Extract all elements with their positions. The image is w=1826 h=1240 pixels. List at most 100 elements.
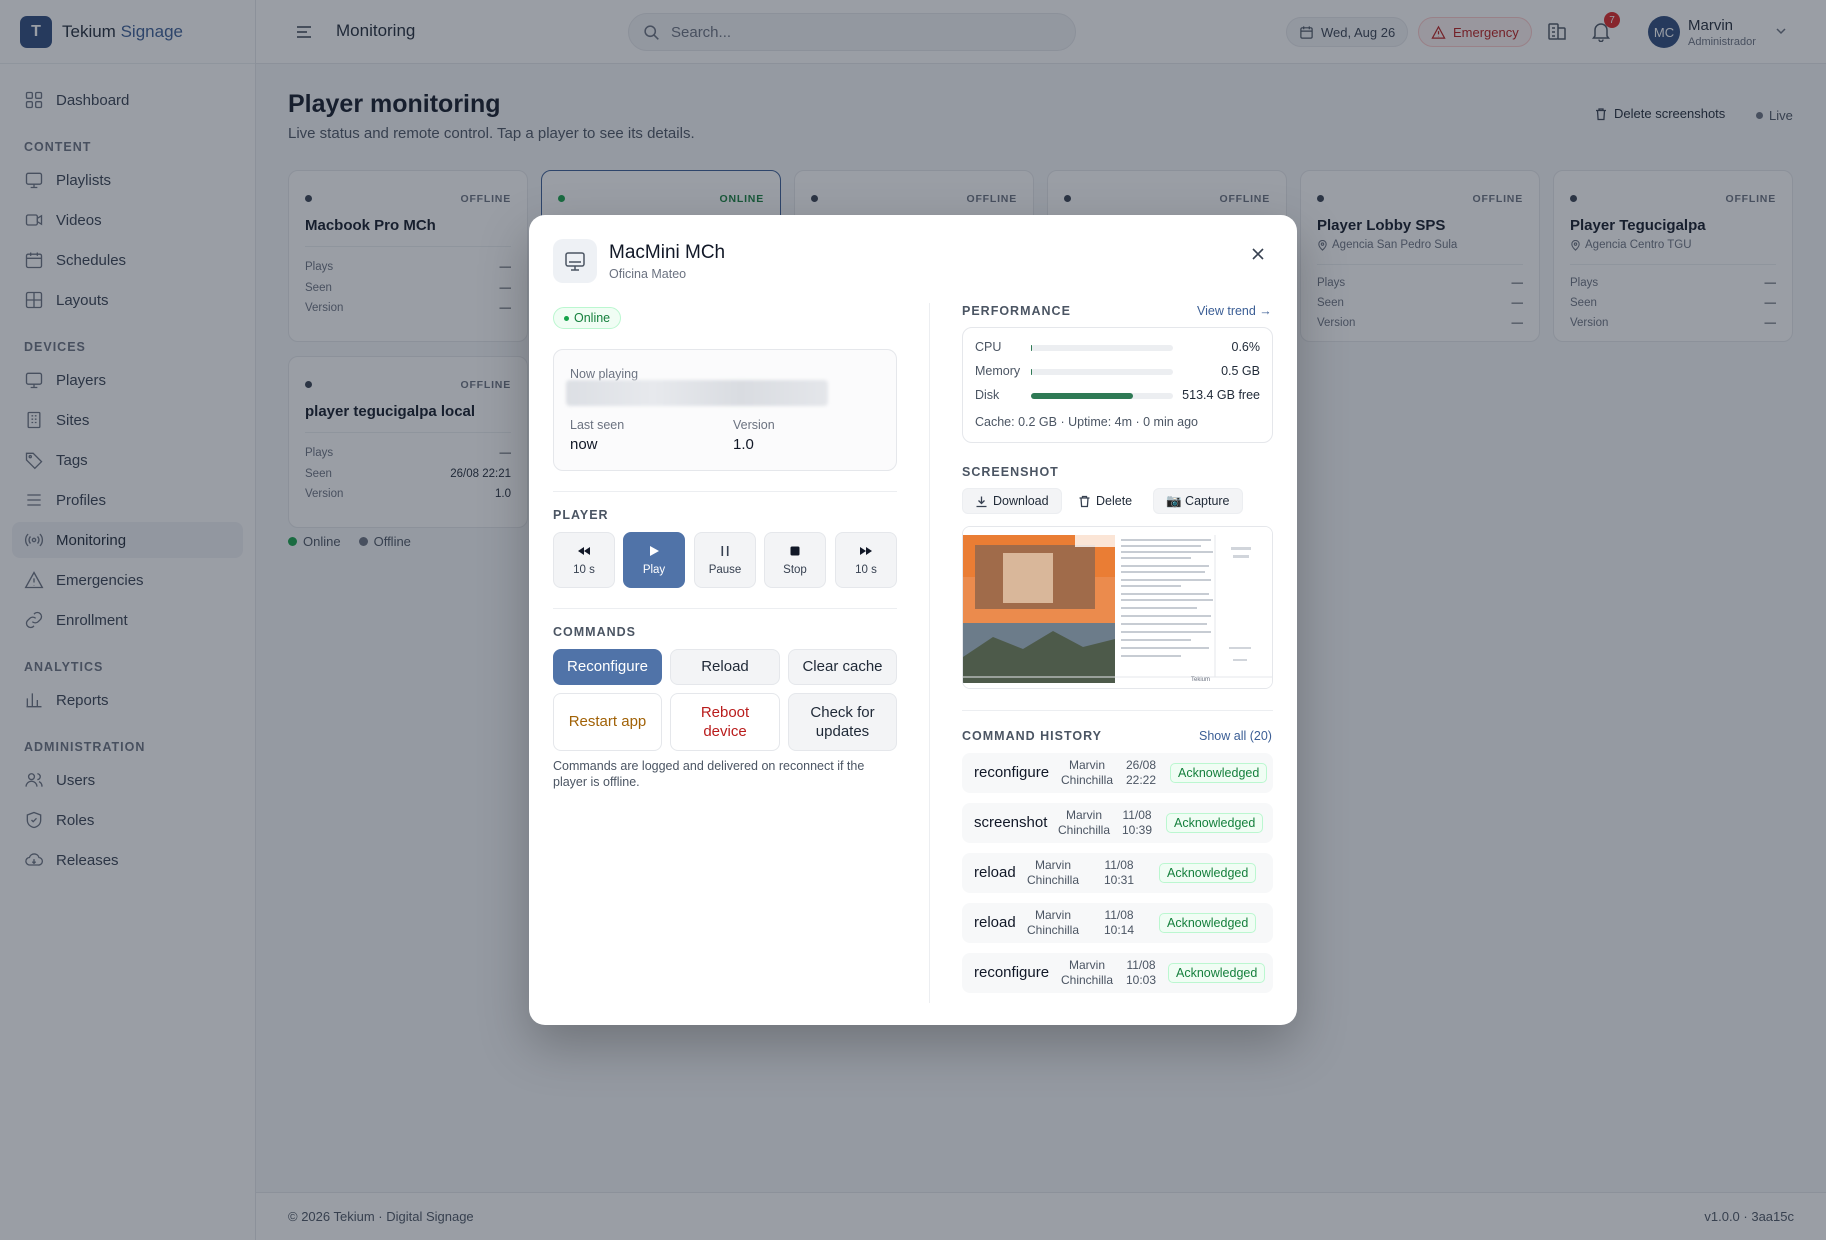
history-status-badge: Acknowledged xyxy=(1166,813,1264,833)
disk-bar xyxy=(1031,393,1173,399)
history-user-last: Chinchilla xyxy=(1058,823,1111,837)
divider xyxy=(962,710,1273,711)
control-label: Play xyxy=(642,564,666,576)
reconfigure-button[interactable]: Reconfigure xyxy=(553,649,662,685)
cpu-bar-fill xyxy=(1031,345,1033,351)
delete-screenshot-button[interactable]: Delete xyxy=(1065,488,1145,514)
history-command: reconfigure xyxy=(974,964,1050,981)
trash-icon xyxy=(1079,495,1090,507)
stop-button[interactable]: Stop xyxy=(764,532,826,588)
history-status-badge: Acknowledged xyxy=(1159,863,1257,883)
history-date: 11/08 xyxy=(1104,858,1134,872)
history-user: Marvin Chinchilla xyxy=(1061,758,1113,788)
screenshot-caption: Tekium xyxy=(1191,677,1211,683)
history-row: reconfigure Marvin Chinchilla 11/08 10:03 … xyxy=(962,953,1273,993)
memory-value: 0.5 GB xyxy=(1221,364,1260,378)
monitor-icon xyxy=(565,252,585,271)
close-icon[interactable] xyxy=(1249,245,1267,263)
version-label: Version xyxy=(733,418,775,432)
history-row: reconfigure Marvin Chinchilla 26/08 22:22 … xyxy=(962,753,1273,793)
history-time: 10:14 xyxy=(1104,923,1135,937)
column-divider xyxy=(929,303,930,1003)
show-all-link[interactable]: Show all (20) xyxy=(1199,729,1272,743)
history-date: 11/08 xyxy=(1126,958,1156,972)
disk-label: Disk xyxy=(975,388,1000,402)
fast-forward-icon xyxy=(860,547,872,555)
control-label: 10 s xyxy=(855,564,877,576)
history-user: Marvin Chinchilla xyxy=(1061,958,1113,988)
capture-screenshot-button[interactable]: 📷 Capture xyxy=(1153,488,1243,514)
history-user-last: Chinchilla xyxy=(1061,973,1114,987)
history-status-badge: Acknowledged xyxy=(1159,913,1257,933)
reboot-device-button[interactable]: Reboot device xyxy=(670,693,780,751)
history-user-first: Marvin xyxy=(1066,808,1103,822)
now-playing-content-blurred xyxy=(566,380,828,406)
performance-panel: CPU 0.6% Memory 0.5 GB Disk 513.4 GB fre… xyxy=(962,327,1273,443)
stop-icon xyxy=(790,546,800,556)
last-seen-label: Last seen xyxy=(570,418,625,432)
view-trend-link[interactable]: View trend → xyxy=(1197,304,1272,318)
clear-cache-button[interactable]: Clear cache xyxy=(788,649,897,685)
control-label: 10 s xyxy=(573,564,595,576)
rewind-10s-button[interactable]: 10 s xyxy=(553,532,615,588)
history-status-badge: Acknowledged xyxy=(1170,763,1268,783)
history-date: 26/08 xyxy=(1126,758,1157,772)
modal-subtitle: Oficina Mateo xyxy=(609,267,687,281)
history-command: reload xyxy=(974,864,1016,881)
command-history-section-label: COMMAND HISTORY xyxy=(962,729,1102,743)
player-section-label: PLAYER xyxy=(553,508,609,522)
history-row: reload Marvin Chinchilla 11/08 10:31 Ackno… xyxy=(962,853,1273,893)
history-datetime: 11/08 10:39 xyxy=(1122,808,1152,838)
download-icon xyxy=(976,496,987,507)
play-button[interactable]: Play xyxy=(623,532,685,588)
last-seen-value: now xyxy=(570,436,598,453)
rewind-icon xyxy=(578,547,590,555)
performance-section-label: PERFORMANCE xyxy=(962,304,1071,318)
commands-section-label: COMMANDS xyxy=(553,625,636,639)
memory-bar xyxy=(1031,369,1173,375)
history-date: 11/08 xyxy=(1122,808,1152,822)
history-user-first: Marvin xyxy=(1069,758,1106,772)
check-updates-button[interactable]: Check for updates xyxy=(788,693,897,751)
history-datetime: 26/08 22:22 xyxy=(1126,758,1156,788)
delete-label: Delete xyxy=(1096,494,1133,508)
pause-button[interactable]: Pause xyxy=(694,532,756,588)
history-user-last: Chinchilla xyxy=(1027,923,1080,937)
cpu-value: 0.6% xyxy=(1231,340,1261,354)
history-datetime: 11/08 10:31 xyxy=(1104,858,1134,888)
history-user-last: Chinchilla xyxy=(1027,873,1080,887)
history-row: screenshot Marvin Chinchilla 11/08 10:39 A… xyxy=(962,803,1273,843)
version-value: 1.0 xyxy=(733,436,754,453)
disk-value: 513.4 GB free xyxy=(1182,388,1260,402)
restart-app-button[interactable]: Restart app xyxy=(553,693,662,751)
cpu-bar xyxy=(1031,345,1173,351)
disk-bar-fill xyxy=(1031,393,1134,399)
player-detail-modal: MacMini MCh Oficina Mateo Online Now pla… xyxy=(529,215,1297,1025)
history-time: 10:39 xyxy=(1122,823,1153,837)
download-screenshot-button[interactable]: Download xyxy=(962,488,1062,514)
divider xyxy=(553,608,897,609)
commands-note: Commands are logged and delivered on rec… xyxy=(553,759,865,789)
history-command: reload xyxy=(974,914,1016,931)
history-datetime: 11/08 10:03 xyxy=(1126,958,1156,988)
history-command: reconfigure xyxy=(974,764,1050,781)
now-playing-label: Now playing xyxy=(570,367,639,381)
history-user-last: Chinchilla xyxy=(1061,773,1114,787)
status-badge: Online xyxy=(553,307,622,329)
screenshot-thumbnail xyxy=(963,527,1272,688)
forward-10s-button[interactable]: 10 s xyxy=(835,532,897,588)
history-user: Marvin Chinchilla xyxy=(1027,908,1079,938)
cpu-label: CPU xyxy=(975,340,1002,354)
now-playing-panel: Now playing Last seen now Version 1.0 xyxy=(553,349,897,471)
history-status-badge: Acknowledged xyxy=(1168,963,1266,983)
screenshot-preview[interactable]: Tekium xyxy=(962,526,1273,689)
player-icon-box xyxy=(553,239,597,283)
history-user-first: Marvin xyxy=(1035,908,1072,922)
download-label: Download xyxy=(993,494,1049,508)
reload-button[interactable]: Reload xyxy=(670,649,780,685)
history-time: 10:31 xyxy=(1104,873,1135,887)
play-icon xyxy=(650,546,659,556)
screenshot-section-label: SCREENSHOT xyxy=(962,465,1059,479)
memory-label: Memory xyxy=(975,364,1021,378)
history-user: Marvin Chinchilla xyxy=(1058,808,1110,838)
